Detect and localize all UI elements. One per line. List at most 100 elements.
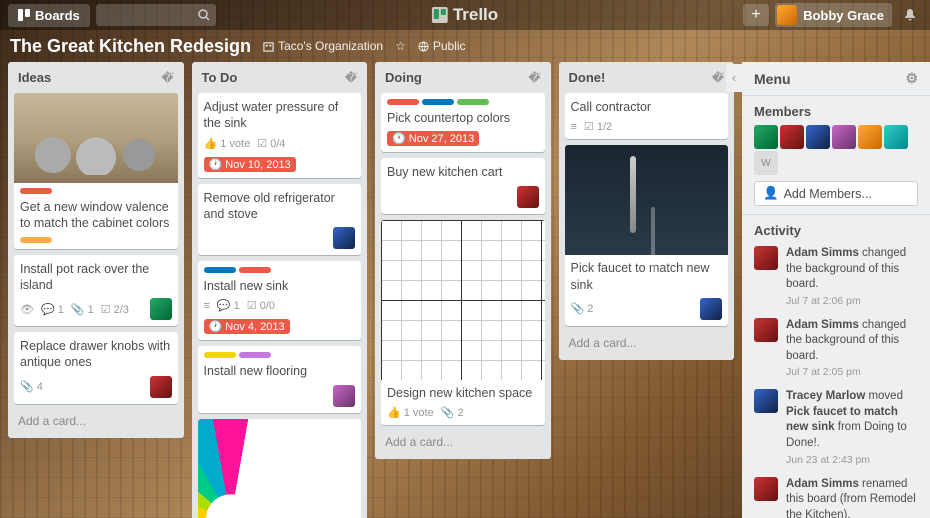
- due-date-badge: 🕐 Nov 4, 2013: [204, 319, 290, 334]
- card-title: Install new flooring: [204, 363, 356, 379]
- menu-title: Menu: [754, 71, 791, 87]
- lists-container: Ideas �⃛ Get a new window valence to match…: [0, 62, 742, 518]
- menu-header: Menu ⚙: [742, 62, 930, 96]
- list-title[interactable]: Doing: [385, 70, 422, 85]
- list-title[interactable]: Done!: [569, 70, 606, 85]
- list: Ideas �⃛ Get a new window valence to match…: [8, 62, 184, 438]
- card-cover: [198, 419, 362, 518]
- member-avatar[interactable]: [832, 125, 856, 149]
- member-avatar[interactable]: [780, 125, 804, 149]
- activity-avatar[interactable]: [754, 246, 778, 270]
- due-date-badge: 🕐 Nov 10, 2013: [204, 157, 296, 172]
- list-menu-icon[interactable]: �⃛: [712, 71, 724, 85]
- card[interactable]: Pick countertop colors🕐 Nov 27, 2013: [381, 93, 545, 152]
- add-members-button[interactable]: 👤 Add Members...: [754, 181, 918, 206]
- org-icon: [263, 41, 274, 52]
- card-title: Get a new window valence to match the ca…: [20, 199, 172, 232]
- bell-icon: [903, 8, 917, 22]
- card[interactable]: Replace drawer knobs with antique ones📎 …: [14, 332, 178, 404]
- add-user-icon: 👤: [763, 186, 779, 201]
- list: To Do �⃛ Adjust water pressure of the sink…: [192, 62, 368, 518]
- activity-avatar[interactable]: [754, 477, 778, 501]
- star-button[interactable]: ☆: [395, 39, 406, 53]
- card-title: Adjust water pressure of the sink: [204, 99, 356, 132]
- org-link[interactable]: Taco's Organization: [263, 39, 383, 53]
- card-badges: [387, 186, 539, 208]
- list-menu-icon[interactable]: �⃛: [528, 71, 540, 85]
- card-member-avatar[interactable]: [517, 186, 539, 208]
- card-member-avatar[interactable]: [333, 227, 355, 249]
- list-title[interactable]: To Do: [202, 70, 238, 85]
- card[interactable]: Buy new kitchen cart: [381, 158, 545, 213]
- member-avatar[interactable]: [858, 125, 882, 149]
- card[interactable]: Pick faucet to match new sink📎 2: [565, 145, 729, 326]
- member-avatar[interactable]: [754, 125, 778, 149]
- card-label: [204, 352, 236, 358]
- add-card-button[interactable]: Add a card...: [381, 431, 545, 453]
- activity-avatar[interactable]: [754, 389, 778, 413]
- votes-badge: 👍 1 vote: [204, 137, 251, 150]
- visibility-button[interactable]: Public: [418, 39, 466, 53]
- board-title[interactable]: The Great Kitchen Redesign: [10, 36, 251, 57]
- card-badges: 👁💬 1📎 1☑ 2/3: [20, 298, 172, 320]
- boards-label: Boards: [35, 8, 80, 23]
- card-label: [239, 352, 271, 358]
- card[interactable]: Install new sink≡💬 1☑ 0/0🕐 Nov 4, 2013: [198, 261, 362, 340]
- subscribed-icon: 👁: [20, 303, 34, 316]
- card[interactable]: Remove old refrigerator and stove: [198, 184, 362, 256]
- list-title[interactable]: Ideas: [18, 70, 51, 85]
- gear-icon[interactable]: ⚙: [905, 70, 918, 87]
- list-menu-icon[interactable]: �⃛: [345, 71, 357, 85]
- user-avatar: [777, 5, 797, 25]
- notifications-button[interactable]: [898, 4, 922, 26]
- members-heading: Members: [754, 104, 918, 119]
- card[interactable]: Install new flooring: [198, 346, 362, 412]
- activity-item: Tracey Marlow moved Pick faucet to match…: [754, 389, 918, 466]
- member-avatar[interactable]: W: [754, 151, 778, 175]
- card[interactable]: Design new kitchen space👍 1 vote📎 2: [381, 220, 545, 425]
- card-badges: 🕐 Nov 27, 2013: [387, 131, 539, 146]
- card-member-avatar[interactable]: [150, 376, 172, 398]
- checklist-badge: ☑ 1/2: [584, 120, 612, 133]
- add-card-button[interactable]: Add a card...: [14, 410, 178, 432]
- members-section: Members W 👤 Add Members...: [742, 96, 930, 215]
- user-name: Bobby Grace: [803, 8, 884, 23]
- card[interactable]: Install pot rack over the island👁💬 1📎 1☑…: [14, 255, 178, 327]
- card-cover: [381, 220, 545, 380]
- add-button[interactable]: +: [743, 4, 769, 26]
- card[interactable]: Call contractor≡☑ 1/2: [565, 93, 729, 139]
- card-badges: 👍 1 vote☑ 0/4🕐 Nov 10, 2013: [204, 137, 356, 172]
- add-card-button[interactable]: Add a card...: [565, 332, 729, 354]
- card-cover: [14, 93, 178, 183]
- card-title: Buy new kitchen cart: [387, 164, 539, 180]
- board-header: The Great Kitchen Redesign Taco's Organi…: [0, 30, 930, 62]
- card-member-avatar[interactable]: [333, 385, 355, 407]
- trello-logo[interactable]: Trello: [432, 5, 498, 25]
- due-date-badge: 🕐 Nov 27, 2013: [387, 131, 479, 146]
- card-member-avatar[interactable]: [700, 298, 722, 320]
- trello-icon: [432, 7, 448, 23]
- user-menu[interactable]: Bobby Grace: [775, 3, 892, 27]
- activity-avatar[interactable]: [754, 318, 778, 342]
- card-title: Remove old refrigerator and stove: [204, 190, 356, 223]
- card[interactable]: Buy paint for cabinets📎 1: [198, 419, 362, 518]
- checklist-badge: ☑ 0/0: [247, 299, 275, 312]
- search-input[interactable]: [96, 4, 216, 26]
- member-avatar[interactable]: [806, 125, 830, 149]
- card-badges: ≡💬 1☑ 0/0🕐 Nov 4, 2013: [204, 299, 356, 334]
- logo-text: Trello: [453, 5, 498, 25]
- menu-panel: ‹ Menu ⚙ Members W 👤 Add Members... Acti…: [742, 62, 930, 518]
- checklist-badge: ☑ 2/3: [101, 303, 129, 316]
- member-avatar[interactable]: [884, 125, 908, 149]
- attachments-badge: 📎 2: [441, 406, 464, 419]
- menu-collapse-button[interactable]: ‹: [726, 64, 742, 92]
- card-label: [20, 188, 52, 194]
- card-badges: 👍 1 vote📎 2: [387, 406, 539, 419]
- list-menu-icon[interactable]: �⃛: [161, 71, 173, 85]
- card[interactable]: Adjust water pressure of the sink 👍 1 vot…: [198, 93, 362, 178]
- members-row: W: [754, 125, 918, 175]
- activity-text: Adam Simms renamed this board (from Remo…: [786, 477, 918, 518]
- card-member-avatar[interactable]: [150, 298, 172, 320]
- boards-button[interactable]: Boards: [8, 4, 90, 27]
- card[interactable]: Get a new window valence to match the ca…: [14, 93, 178, 249]
